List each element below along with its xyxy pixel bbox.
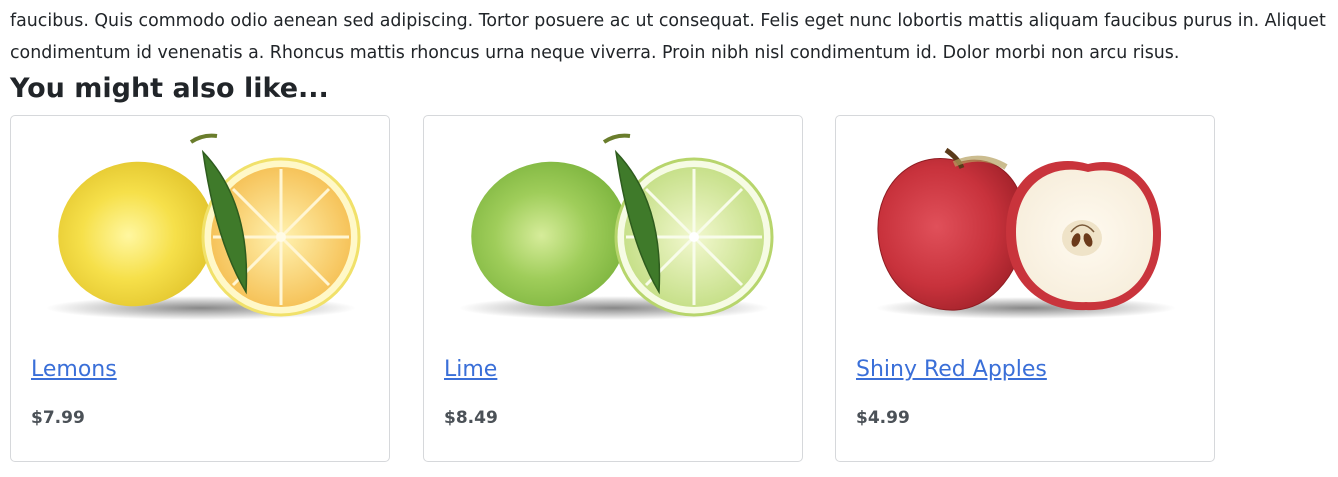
related-products-heading: You might also like... — [10, 73, 329, 104]
product-card-lime: Lime $8.49 — [423, 115, 803, 462]
product-card-lemons: Lemons $7.99 — [10, 115, 390, 462]
product-price: $4.99 — [856, 408, 910, 428]
product-price: $7.99 — [31, 408, 85, 428]
product-link-lime[interactable]: Lime — [444, 354, 497, 386]
product-link-lemons[interactable]: Lemons — [31, 354, 117, 386]
product-page: faucibus. Quis commodo odio aenean sed a… — [0, 0, 1338, 477]
description-line: condimentum id venenatis a. Rhoncus matt… — [10, 43, 1180, 64]
description-text: faucibus. Quis commodo odio aenean sed a… — [10, 5, 1338, 69]
product-price: $8.49 — [444, 408, 498, 428]
lemon-image[interactable] — [41, 122, 361, 332]
description-line: faucibus. Quis commodo odio aenean sed a… — [10, 11, 1326, 32]
product-link-apples[interactable]: Shiny Red Apples — [856, 354, 1047, 386]
product-card-apples: Shiny Red Apples $4.99 — [835, 115, 1215, 462]
lime-image[interactable] — [454, 122, 774, 332]
red-apple-image[interactable] — [866, 122, 1186, 332]
